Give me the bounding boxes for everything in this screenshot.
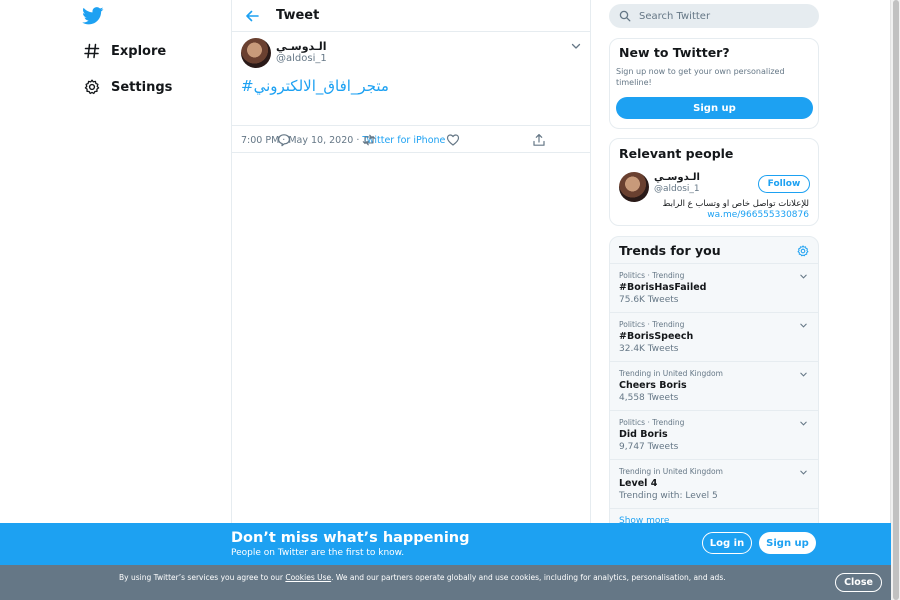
person-handle[interactable]: @aldosi_1 [654, 184, 700, 194]
trend-item[interactable]: Politics · Trending #BorisHasFailed 75.6… [610, 264, 818, 313]
trend-item[interactable]: Trending in United Kingdom Level 4 Trend… [610, 460, 818, 509]
cookie-consent-bar: By using Twitter’s services you agree to… [0, 565, 891, 600]
trend-context: Trending in United Kingdom [619, 467, 723, 476]
trend-count: 9,747 Tweets [619, 442, 679, 452]
trend-item[interactable]: Politics · Trending #BorisSpeech 32.4K T… [610, 313, 818, 362]
chevron-down-icon[interactable] [799, 419, 808, 428]
trend-name: #BorisHasFailed [619, 282, 707, 293]
avatar[interactable] [619, 172, 649, 202]
avatar[interactable] [241, 38, 271, 68]
signup-banner: Don’t miss what’s happening People on Tw… [0, 523, 891, 565]
person-bio: للإعلانات تواصل خاص او وتساب ع الرابط [662, 199, 810, 209]
back-arrow-icon[interactable] [244, 8, 260, 24]
cookie-text: By using Twitter’s services you agree to… [119, 572, 729, 583]
trend-name: #BorisSpeech [619, 331, 694, 342]
person-name[interactable]: الـدوسـي [654, 172, 700, 183]
new-to-twitter-card: New to Twitter? Sign up now to get your … [609, 38, 819, 129]
author-name[interactable]: الـدوسـي [276, 40, 327, 53]
chevron-down-icon[interactable] [799, 468, 808, 477]
share-icon[interactable] [532, 133, 546, 147]
cookies-use-link[interactable]: Cookies Use [285, 573, 331, 582]
search-icon [619, 10, 631, 22]
search-input[interactable] [639, 10, 799, 22]
signup-button[interactable]: Sign up [759, 532, 816, 554]
trend-name: Level 4 [619, 478, 658, 489]
cookie-text-end: . We and our partners operate globally a… [331, 573, 726, 582]
tweet-actions [232, 125, 590, 153]
trend-item[interactable]: Politics · Trending Did Boris 9,747 Twee… [610, 411, 818, 460]
banner-title: Don’t miss what’s happening [231, 530, 470, 546]
trends-header: Trends for you [610, 237, 818, 264]
nav-settings[interactable]: Settings [84, 79, 172, 95]
column-header: Tweet [232, 0, 590, 32]
trends-card: Trends for you Politics · Trending #Bori… [609, 236, 819, 536]
trend-context: Trending in United Kingdom [619, 369, 723, 378]
tweet-hashtag[interactable]: #متجر_افاق_الالكتروني [241, 77, 389, 95]
page-scrollbar[interactable] [890, 0, 900, 600]
hashtag-icon [84, 43, 100, 59]
trend-count: 4,558 Tweets [619, 393, 679, 403]
retweet-icon[interactable] [362, 133, 376, 147]
relevant-people-card: Relevant people الـدوسـي @aldosi_1 Follo… [609, 138, 819, 226]
page-title: Tweet [276, 8, 320, 23]
new-to-twitter-description: Sign up now to get your own personalized… [616, 67, 785, 87]
author-handle[interactable]: @aldosi_1 [276, 53, 327, 64]
sidebar-signup-button[interactable]: Sign up [616, 97, 813, 119]
gear-icon[interactable] [797, 245, 809, 257]
person-bio-link[interactable]: wa.me/966555330876 [707, 210, 809, 220]
trend-item[interactable]: Trending in United Kingdom Cheers Boris … [610, 362, 818, 411]
trend-context: Politics · Trending [619, 418, 685, 427]
chevron-down-icon[interactable] [799, 370, 808, 379]
chevron-down-icon[interactable] [799, 321, 808, 330]
reply-icon[interactable] [277, 133, 291, 147]
trend-name: Cheers Boris [619, 380, 687, 391]
trend-count: Trending with: Level 5 [619, 491, 718, 501]
trend-count: 75.6K Tweets [619, 295, 679, 305]
tweet-column: Tweet الـدوسـي @aldosi_1 #متجر_افاق_الال… [231, 0, 591, 600]
follow-button[interactable]: Follow [758, 175, 810, 193]
chevron-down-icon[interactable] [570, 40, 582, 52]
nav-explore-label: Explore [111, 43, 167, 59]
trends-title: Trends for you [619, 243, 721, 258]
chevron-down-icon[interactable] [799, 272, 808, 281]
left-navigation: Explore Settings [0, 0, 232, 600]
nav-explore[interactable]: Explore [84, 43, 166, 59]
cookie-text-start: By using Twitter’s services you agree to… [119, 573, 286, 582]
twitter-bird-icon[interactable] [82, 7, 104, 25]
nav-settings-label: Settings [111, 79, 173, 95]
trend-context: Politics · Trending [619, 320, 685, 329]
like-heart-icon[interactable] [446, 133, 460, 147]
trend-count: 32.4K Tweets [619, 344, 679, 354]
scrollbar-thumb[interactable] [893, 0, 899, 600]
relevant-people-title: Relevant people [619, 146, 734, 161]
login-button[interactable]: Log in [702, 532, 752, 554]
cookie-close-button[interactable]: Close [835, 573, 882, 592]
gear-icon [84, 79, 100, 95]
search-box[interactable] [609, 4, 819, 28]
new-to-twitter-title: New to Twitter? [619, 45, 730, 60]
trend-name: Did Boris [619, 429, 668, 440]
trend-context: Politics · Trending [619, 271, 685, 280]
banner-subtitle: People on Twitter are the first to know. [231, 548, 405, 558]
